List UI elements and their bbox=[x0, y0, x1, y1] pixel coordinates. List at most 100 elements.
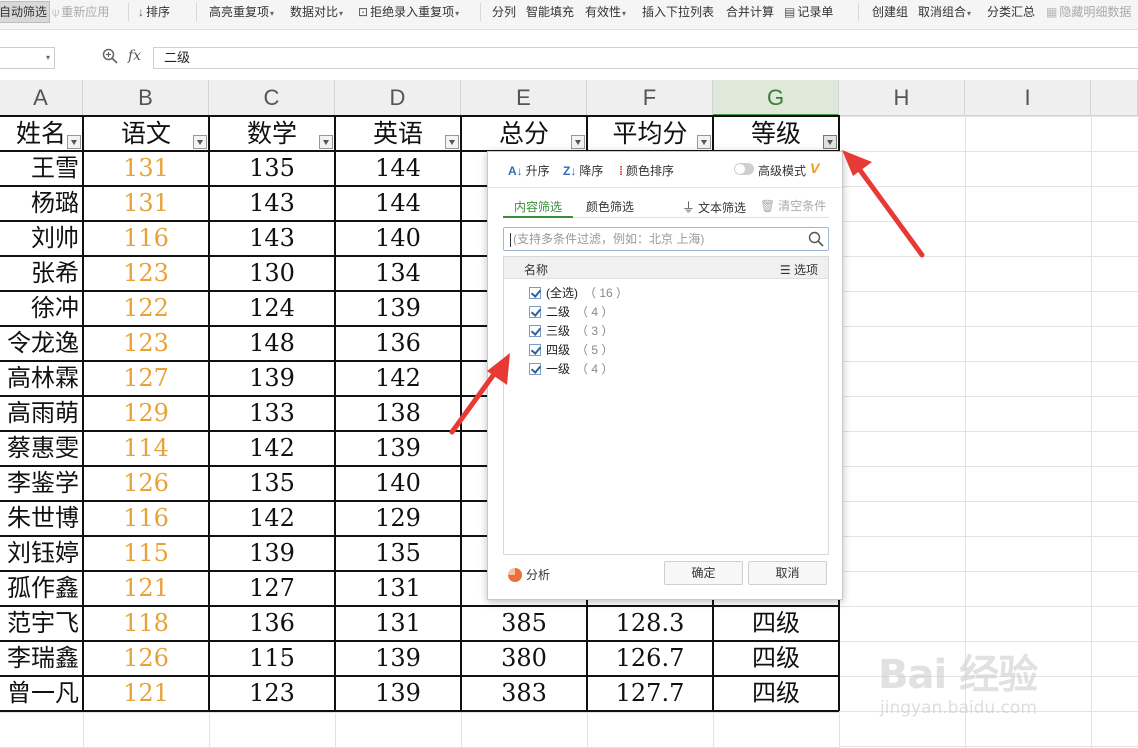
checkbox[interactable] bbox=[529, 344, 541, 356]
filter-list-item[interactable]: 二级 （ 4 ） bbox=[529, 303, 613, 321]
record-form-button[interactable]: ▤ 记录单 bbox=[784, 0, 833, 24]
header-cell[interactable]: 平均分 bbox=[589, 116, 711, 151]
data-cell[interactable]: 139 bbox=[337, 641, 459, 676]
data-cell[interactable]: 144 bbox=[337, 151, 459, 186]
name-cell[interactable]: 张希 bbox=[1, 256, 81, 291]
ok-button[interactable]: 确定 bbox=[664, 561, 743, 585]
data-cell[interactable]: 135 bbox=[337, 536, 459, 571]
data-cell[interactable]: 142 bbox=[211, 431, 333, 466]
name-cell[interactable]: 李鉴学 bbox=[1, 466, 81, 501]
checkbox[interactable] bbox=[529, 287, 541, 299]
name-cell[interactable]: 杨璐 bbox=[1, 186, 81, 221]
checkbox[interactable] bbox=[529, 306, 541, 318]
data-cell[interactable]: 121 bbox=[85, 571, 207, 606]
data-cell[interactable]: 131 bbox=[85, 186, 207, 221]
ungroup-button[interactable]: 取消组合▾ bbox=[918, 0, 971, 24]
data-cell[interactable]: 131 bbox=[337, 571, 459, 606]
data-cell[interactable]: 140 bbox=[337, 221, 459, 256]
data-cell[interactable]: 140 bbox=[337, 466, 459, 501]
smart-fill-button[interactable]: 智能填充 bbox=[526, 0, 574, 24]
data-cell[interactable]: 四级 bbox=[715, 606, 837, 641]
filter-dropdown-button[interactable] bbox=[319, 135, 333, 149]
data-cell[interactable]: 122 bbox=[85, 291, 207, 326]
header-cell[interactable]: 总分 bbox=[463, 116, 585, 151]
split-column-button[interactable]: 分列 bbox=[492, 0, 516, 24]
data-cell[interactable]: 129 bbox=[85, 396, 207, 431]
filter-dropdown-button[interactable] bbox=[193, 135, 207, 149]
data-cell[interactable]: 142 bbox=[337, 361, 459, 396]
data-cell[interactable]: 139 bbox=[337, 676, 459, 711]
clear-filter-button[interactable]: 🗑 清空条件 bbox=[760, 197, 826, 214]
data-cell[interactable]: 114 bbox=[85, 431, 207, 466]
name-cell[interactable]: 李瑞鑫 bbox=[1, 641, 81, 676]
column-header-I[interactable]: I bbox=[965, 80, 1091, 116]
column-header-D[interactable]: D bbox=[335, 80, 461, 116]
name-cell[interactable]: 曾一凡 bbox=[1, 676, 81, 711]
data-cell[interactable]: 128.3 bbox=[589, 606, 711, 641]
data-cell[interactable]: 123 bbox=[85, 256, 207, 291]
data-cell[interactable]: 136 bbox=[211, 606, 333, 641]
data-cell[interactable]: 131 bbox=[85, 151, 207, 186]
data-cell[interactable]: 138 bbox=[337, 396, 459, 431]
data-cell[interactable]: 129 bbox=[337, 501, 459, 536]
data-cell[interactable]: 136 bbox=[337, 326, 459, 361]
data-cell[interactable]: 127 bbox=[85, 361, 207, 396]
name-cell[interactable]: 刘钰婷 bbox=[1, 536, 81, 571]
header-cell[interactable]: 数学 bbox=[211, 116, 333, 151]
data-cell[interactable]: 144 bbox=[337, 186, 459, 221]
header-cell[interactable]: 语文 bbox=[85, 116, 207, 151]
filter-dropdown-button[interactable] bbox=[571, 135, 585, 149]
validity-button[interactable]: 有效性▾ bbox=[585, 0, 626, 24]
chevron-down-icon[interactable]: ▾ bbox=[46, 53, 50, 62]
data-cell[interactable]: 127 bbox=[211, 571, 333, 606]
filter-list-item[interactable]: 四级 （ 5 ） bbox=[529, 341, 613, 359]
highlight-duplicates-button[interactable]: 高亮重复项▾ bbox=[209, 0, 274, 24]
formula-input[interactable]: 二级 bbox=[153, 47, 1138, 69]
filter-dropdown-button[interactable] bbox=[697, 135, 711, 149]
sort-asc-button[interactable]: A↓ 升序 bbox=[508, 162, 550, 179]
data-cell[interactable]: 115 bbox=[211, 641, 333, 676]
column-header-G[interactable]: G bbox=[713, 80, 839, 116]
name-cell[interactable]: 刘帅 bbox=[1, 221, 81, 256]
data-cell[interactable]: 四级 bbox=[715, 641, 837, 676]
tab-content-filter[interactable]: 内容筛选 bbox=[514, 198, 562, 215]
data-cell[interactable]: 142 bbox=[211, 501, 333, 536]
filter-dropdown-button[interactable] bbox=[823, 135, 837, 149]
checkbox[interactable] bbox=[529, 325, 541, 337]
name-cell[interactable]: 王雪 bbox=[1, 151, 81, 186]
zoom-icon[interactable] bbox=[102, 48, 118, 67]
name-cell[interactable]: 蔡惠雯 bbox=[1, 431, 81, 466]
data-cell[interactable]: 148 bbox=[211, 326, 333, 361]
color-sort-button[interactable]: ⁞ 颜色排序 bbox=[619, 162, 674, 179]
name-cell[interactable]: 令龙逸 bbox=[1, 326, 81, 361]
auto-filter-button[interactable]: 自动筛选 bbox=[0, 1, 51, 23]
filter-list-item[interactable]: (全选) （ 16 ） bbox=[529, 284, 628, 302]
insert-dropdown-button[interactable]: 插入下拉列表 bbox=[642, 0, 714, 24]
filter-list-item[interactable]: 三级 （ 3 ） bbox=[529, 322, 613, 340]
data-cell[interactable]: 134 bbox=[337, 256, 459, 291]
data-cell[interactable]: 385 bbox=[463, 606, 585, 641]
name-cell[interactable]: 高林霖 bbox=[1, 361, 81, 396]
hide-detail-button[interactable]: ▦ 隐藏明细数据 bbox=[1046, 0, 1131, 24]
data-cell[interactable]: 130 bbox=[211, 256, 333, 291]
reject-duplicates-button[interactable]: ⊡ 拒绝录入重复项▾ bbox=[358, 0, 459, 24]
name-cell[interactable]: 朱世博 bbox=[1, 501, 81, 536]
name-box[interactable]: ▾ bbox=[0, 47, 55, 69]
data-cell[interactable]: 124 bbox=[211, 291, 333, 326]
data-cell[interactable]: 115 bbox=[85, 536, 207, 571]
data-cell[interactable]: 139 bbox=[211, 361, 333, 396]
data-cell[interactable]: 126 bbox=[85, 466, 207, 501]
checkbox[interactable] bbox=[529, 363, 541, 375]
data-cell[interactable]: 四级 bbox=[715, 676, 837, 711]
column-header-H[interactable]: H bbox=[839, 80, 965, 116]
data-cell[interactable]: 383 bbox=[463, 676, 585, 711]
subtotal-button[interactable]: 分类汇总 bbox=[987, 0, 1035, 24]
name-cell[interactable]: 范宇飞 bbox=[1, 606, 81, 641]
data-cell[interactable]: 131 bbox=[337, 606, 459, 641]
column-header-next[interactable] bbox=[1091, 80, 1138, 116]
filter-dropdown-button[interactable] bbox=[445, 135, 459, 149]
create-group-button[interactable]: 创建组 bbox=[872, 0, 908, 24]
data-cell[interactable]: 143 bbox=[211, 186, 333, 221]
data-cell[interactable]: 126.7 bbox=[589, 641, 711, 676]
data-cell[interactable]: 123 bbox=[85, 326, 207, 361]
